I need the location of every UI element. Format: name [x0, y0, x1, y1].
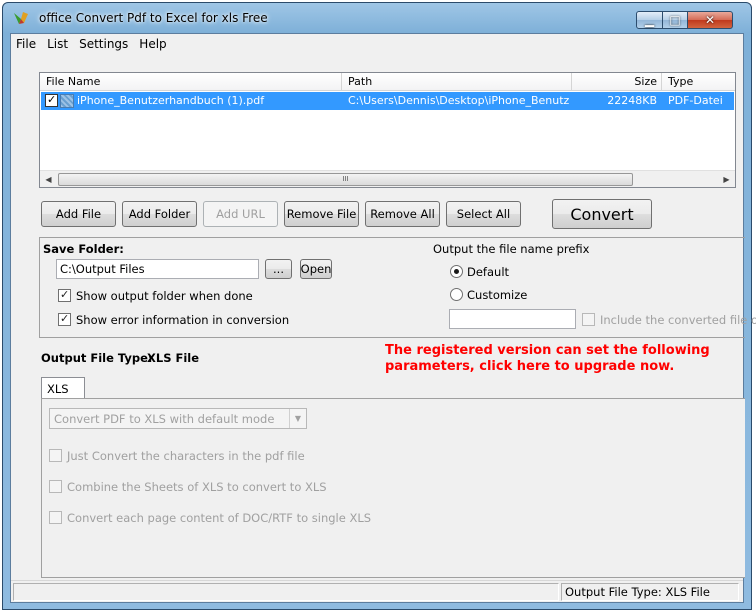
chevron-down-icon[interactable]: ▼ — [289, 409, 306, 428]
menu-file[interactable]: File — [11, 34, 42, 54]
just-convert-characters-checkbox[interactable] — [49, 449, 62, 462]
list-item[interactable]: iPhone_Benutzerhandbuch (1).pdf C:\Users… — [41, 92, 734, 110]
convert-mode-select[interactable]: Convert PDF to XLS with default mode ▼ — [49, 408, 307, 429]
scroll-thumb[interactable]: III — [58, 173, 633, 186]
open-folder-button[interactable]: Open — [300, 259, 332, 279]
app-icon — [14, 12, 28, 24]
list-header: File Name Path Size Type — [40, 73, 735, 91]
xls-tab-panel: Convert PDF to XLS with default mode ▼ J… — [41, 398, 745, 578]
title-bar[interactable]: office Convert Pdf to Excel for xls Free… — [3, 3, 751, 33]
minimize-button[interactable]: ▁ — [636, 11, 663, 29]
status-pane-main — [13, 583, 559, 601]
combine-sheets-label: Combine the Sheets of XLS to convert to … — [67, 480, 327, 494]
each-page-single-xls-label: Convert each page content of DOC/RTF to … — [67, 511, 372, 525]
file-size: 22248KB — [607, 94, 657, 107]
scroll-left-icon[interactable]: ◀ — [40, 171, 57, 188]
column-size[interactable]: Size — [572, 73, 662, 91]
add-url-button[interactable]: Add URL — [203, 201, 278, 227]
menu-bar: File List Settings Help — [11, 34, 743, 54]
browse-button[interactable]: ... — [265, 259, 292, 279]
output-type-label: Output File Type: — [41, 351, 153, 365]
each-page-single-xls-checkbox[interactable] — [49, 511, 62, 524]
status-bar: Output File Type: XLS File — [11, 580, 743, 602]
prefix-title: Output the file name prefix — [433, 242, 590, 256]
combine-sheets-checkbox[interactable] — [49, 480, 62, 493]
save-folder-input[interactable]: C:\Output Files — [56, 259, 259, 279]
menu-settings[interactable]: Settings — [74, 34, 134, 54]
prefix-input[interactable] — [449, 309, 576, 329]
remove-all-button[interactable]: Remove All — [365, 201, 440, 227]
include-order-label: Include the converted file orde — [600, 313, 756, 327]
show-output-folder-label[interactable]: Show output folder when done — [76, 289, 253, 303]
file-name: iPhone_Benutzerhandbuch (1).pdf — [77, 94, 265, 107]
show-output-folder-checkbox[interactable] — [58, 288, 71, 302]
file-checkbox[interactable] — [45, 93, 58, 107]
menu-help[interactable]: Help — [134, 34, 172, 54]
convert-mode-value: Convert PDF to XLS with default mode — [54, 412, 275, 426]
show-error-info-label[interactable]: Show error information in conversion — [76, 313, 289, 327]
client-area: File List Settings Help File Name Path S… — [10, 33, 756, 603]
minimize-icon: ▁ — [644, 13, 655, 27]
app-window: office Convert Pdf to Excel for xls Free… — [2, 2, 756, 610]
file-list[interactable]: File Name Path Size Type iPhone_Benutzer… — [39, 72, 736, 188]
scroll-right-icon[interactable]: ▶ — [718, 171, 735, 188]
select-all-button[interactable]: Select All — [446, 201, 521, 227]
save-folder-label: Save Folder: — [43, 242, 124, 256]
just-convert-characters-label: Just Convert the characters in the pdf f… — [67, 449, 305, 463]
add-file-button[interactable]: Add File — [41, 201, 116, 227]
close-button[interactable]: ✕ — [687, 11, 733, 29]
maximize-button[interactable]: □ — [662, 11, 688, 29]
upgrade-notice-line2[interactable]: parameters, click here to upgrade now. — [385, 359, 674, 374]
maximize-icon: □ — [669, 13, 681, 27]
include-order-checkbox[interactable] — [582, 313, 595, 326]
window-title: office Convert Pdf to Excel for xls Free — [39, 11, 268, 25]
prefix-customize-radio[interactable] — [450, 288, 463, 301]
close-icon: ✕ — [704, 13, 716, 27]
column-path[interactable]: Path — [342, 73, 572, 91]
file-type: PDF-Datei — [668, 94, 723, 107]
remove-file-button[interactable]: Remove File — [284, 201, 359, 227]
column-type[interactable]: Type — [662, 73, 737, 91]
column-file-name[interactable]: File Name — [40, 73, 342, 91]
tab-xls[interactable]: XLS — [41, 377, 85, 399]
output-type-value: XLS File — [147, 351, 200, 365]
prefix-customize-label[interactable]: Customize — [467, 288, 527, 302]
convert-button[interactable]: Convert — [552, 199, 652, 229]
save-options-group: Save Folder: C:\Output Files ... Open Sh… — [39, 237, 756, 338]
file-path: C:\Users\Dennis\Desktop\iPhone_Benutze..… — [348, 94, 570, 107]
show-error-info-checkbox[interactable] — [58, 312, 71, 326]
status-output-type: Output File Type: XLS File — [561, 583, 739, 601]
prefix-default-radio[interactable] — [450, 265, 463, 278]
horizontal-scrollbar[interactable]: ◀ III ▶ — [40, 170, 735, 187]
pdf-file-icon — [60, 94, 74, 108]
upgrade-notice-line1[interactable]: The registered version can set the follo… — [385, 343, 710, 358]
add-folder-button[interactable]: Add Folder — [122, 201, 197, 227]
prefix-default-label[interactable]: Default — [467, 265, 509, 279]
menu-list[interactable]: List — [42, 34, 74, 54]
